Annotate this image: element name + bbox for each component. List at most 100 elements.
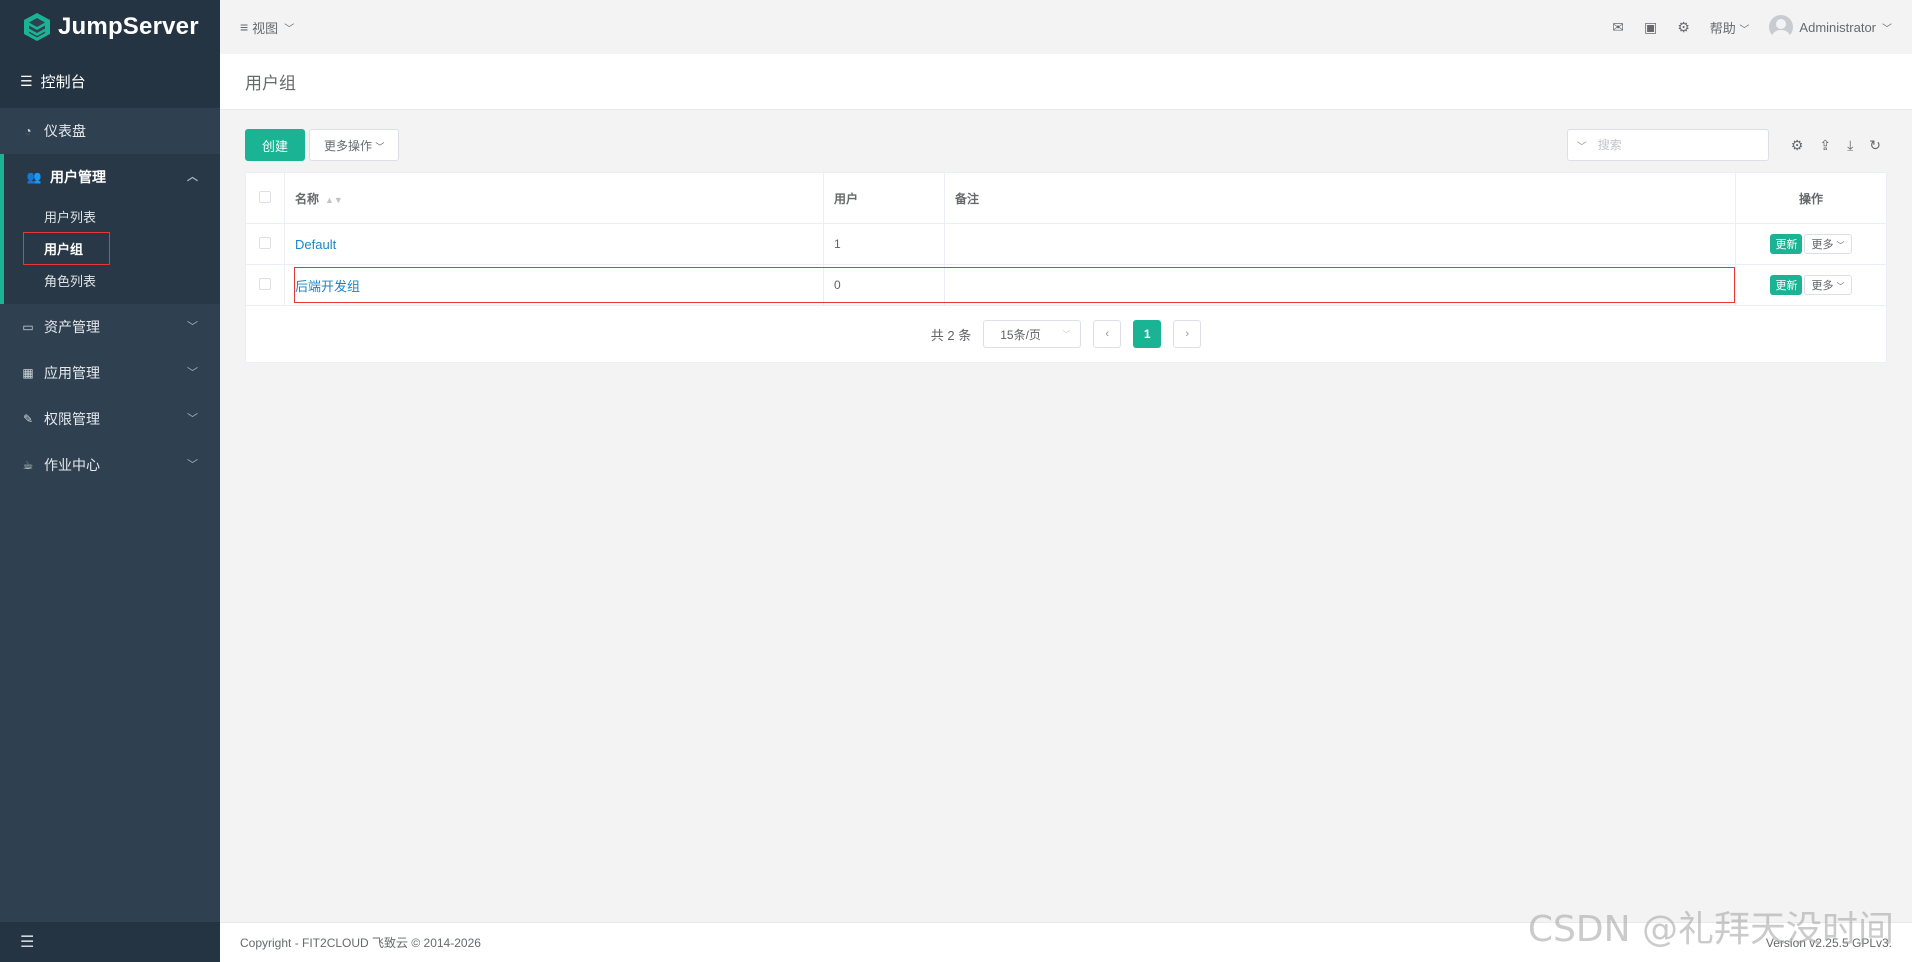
actions-cell: 更新 更多 ﹀	[1735, 264, 1886, 306]
chevron-down-icon: ﹀	[1836, 282, 1845, 291]
chevron-down-icon: ﹀	[1882, 23, 1892, 35]
terminal-icon[interactable]: ▣	[1644, 19, 1657, 36]
mail-icon[interactable]: ✉	[1612, 19, 1624, 36]
table-row: Default 1 更新 更多 ﹀	[246, 223, 1886, 265]
menu-icon: ≡	[240, 19, 249, 35]
create-button[interactable]: 创建	[245, 129, 306, 161]
upload-icon[interactable]: ⇪	[1819, 137, 1831, 154]
refresh-icon[interactable]: ↻	[1869, 137, 1881, 154]
sidebar-item-user-groups[interactable]: 用户组	[4, 231, 220, 265]
jumpserver-logo-icon	[24, 13, 50, 41]
row-checkbox[interactable]	[259, 236, 271, 249]
sidebar-item-job-center[interactable]: ☕ 作业中心 ﹀	[0, 442, 220, 488]
coffee-icon: ☕	[22, 458, 34, 472]
header-label: 名称	[295, 191, 320, 206]
name-cell: 后端开发组	[284, 264, 824, 306]
console-label: 控制台	[40, 73, 86, 91]
settings-icon[interactable]: ⚙	[1791, 137, 1804, 154]
select-all-cell	[246, 173, 285, 224]
main-content: 创建 更多操作 ﹀ ﹀ ⚙ ⇪ ⤓ ↻ 名称 ▲▼ 用户 备注 操作	[245, 128, 1887, 363]
sidebar-item-label: 应用管理	[44, 365, 100, 381]
prev-page-button[interactable]: ‹	[1093, 320, 1122, 348]
chevron-down-icon: ﹀	[1836, 241, 1845, 250]
copyright: Copyright - FIT2CLOUD 飞致云 © 2014-2026	[240, 936, 481, 950]
total-count: 共 2 条	[930, 327, 972, 343]
help-label: 帮助	[1709, 20, 1736, 36]
chevron-down-icon: ﹀	[284, 23, 295, 35]
footer: Copyright - FIT2CLOUD 飞致云 © 2014-2026 Ve…	[220, 922, 1912, 962]
more-actions-button[interactable]: 更多操作 ﹀	[309, 129, 400, 161]
select-all-checkbox[interactable]	[259, 190, 271, 203]
comment-cell	[944, 264, 1736, 306]
collapse-menu-icon: ☰	[20, 934, 35, 951]
sidebar-item-app-mgmt[interactable]: ▦ 应用管理 ﹀	[0, 350, 220, 396]
console-header[interactable]: ☰ 控制台	[0, 54, 220, 108]
sidebar-item-perm-mgmt[interactable]: ✎ 权限管理 ﹀	[0, 396, 220, 442]
sidebar-item-label: 用户列表	[44, 209, 97, 225]
header-users: 用户	[823, 173, 945, 224]
sidebar-item-label: 资产管理	[44, 319, 100, 335]
sidebar-item-label: 作业中心	[44, 457, 100, 473]
group-name-link[interactable]: 后端开发组	[295, 279, 360, 294]
table-tools: ⚙ ⇪ ⤓ ↻	[1791, 137, 1881, 154]
sidebar-collapse-toggle[interactable]: ☰	[0, 922, 220, 962]
sidebar-item-label: 用户组	[22, 231, 111, 265]
topbar-right: ✉ ▣ ⚙ 帮助 ﹀ Administrator ﹀	[1612, 15, 1892, 39]
chevron-down-icon[interactable]: ﹀	[1568, 138, 1596, 153]
chevron-down-icon: ﹀	[1739, 24, 1750, 36]
edit-icon: ✎	[22, 412, 34, 426]
help-dropdown[interactable]: 帮助 ﹀	[1710, 18, 1750, 37]
sidebar-item-label: 角色列表	[44, 273, 97, 289]
chevron-up-icon: ︿	[187, 171, 198, 183]
more-actions-label: 更多操作	[324, 138, 373, 153]
logo[interactable]: JumpServer	[0, 0, 220, 54]
row-more-button[interactable]: 更多 ﹀	[1804, 234, 1852, 254]
user-mgmt-submenu: 用户列表 用户组 角色列表	[4, 200, 220, 304]
sidebar-item-user-mgmt[interactable]: 👥 用户管理 ︿	[4, 154, 220, 200]
users-cell: 1	[823, 223, 945, 265]
sidebar-item-label: 用户管理	[50, 169, 106, 185]
sidebar-item-dashboard[interactable]: ◔ 仪表盘	[0, 108, 220, 154]
brand-name: JumpServer	[58, 13, 199, 40]
download-icon[interactable]: ⤓	[1847, 137, 1853, 154]
sidebar-nav: ◔ 仪表盘 👥 用户管理 ︿ 用户列表 用户组 角色列表 ▭ 资产管理 ﹀ ▦ …	[0, 108, 220, 488]
page-size-label: 15条/页	[1000, 327, 1041, 342]
chevron-left-icon: ‹	[1105, 328, 1110, 340]
username: Administrator	[1799, 19, 1876, 35]
table-header-row: 名称 ▲▼ 用户 备注 操作	[246, 173, 1886, 224]
table-toolbar: 创建 更多操作 ﹀ ﹀ ⚙ ⇪ ⤓ ↻	[245, 128, 1887, 162]
current-page[interactable]: 1	[1133, 320, 1162, 348]
sidebar-item-user-list[interactable]: 用户列表	[4, 200, 220, 232]
update-button[interactable]: 更新	[1770, 234, 1803, 254]
inbox-icon: ▭	[22, 320, 34, 334]
sort-icon[interactable]: ▲▼	[325, 195, 343, 205]
sidebar-item-role-list[interactable]: 角色列表	[4, 264, 220, 296]
version: Version v2.25.5 GPLv3.	[1765, 935, 1892, 950]
comment-cell	[944, 223, 1736, 265]
row-more-button[interactable]: 更多 ﹀	[1804, 275, 1852, 295]
actions-cell: 更新 更多 ﹀	[1735, 223, 1886, 265]
chevron-right-icon: ›	[1185, 328, 1190, 340]
users-icon: 👥	[26, 170, 42, 184]
pagination: 共 2 条 15条/页 ﹀ ‹ 1 ›	[246, 306, 1886, 362]
user-dropdown[interactable]: Administrator ﹀	[1769, 15, 1892, 39]
search-input[interactable]	[1595, 130, 1760, 160]
next-page-button[interactable]: ›	[1173, 320, 1202, 348]
row-checkbox[interactable]	[259, 277, 271, 290]
dashboard-icon: ◔	[24, 124, 32, 138]
update-button[interactable]: 更新	[1770, 275, 1803, 295]
group-name-link[interactable]: Default	[295, 237, 336, 252]
view-label: 视图	[252, 20, 279, 36]
chevron-down-icon: ﹀	[1062, 329, 1071, 339]
grid-icon: ▦	[22, 366, 34, 380]
name-cell: Default	[284, 223, 824, 265]
gear-icon[interactable]: ⚙	[1677, 19, 1690, 36]
sidebar-item-asset-mgmt[interactable]: ▭ 资产管理 ﹀	[0, 304, 220, 350]
view-dropdown[interactable]: ≡ 视图 ﹀	[240, 18, 294, 37]
users-cell: 0	[823, 264, 945, 306]
page-size-select[interactable]: 15条/页 ﹀	[983, 320, 1082, 348]
sidebar-item-label: 仪表盘	[44, 123, 86, 139]
header-name[interactable]: 名称 ▲▼	[284, 173, 824, 224]
sidebar: JumpServer ☰ 控制台 ◔ 仪表盘 👥 用户管理 ︿ 用户列表 用户组…	[0, 0, 220, 962]
sliders-icon: ☰	[20, 72, 33, 89]
